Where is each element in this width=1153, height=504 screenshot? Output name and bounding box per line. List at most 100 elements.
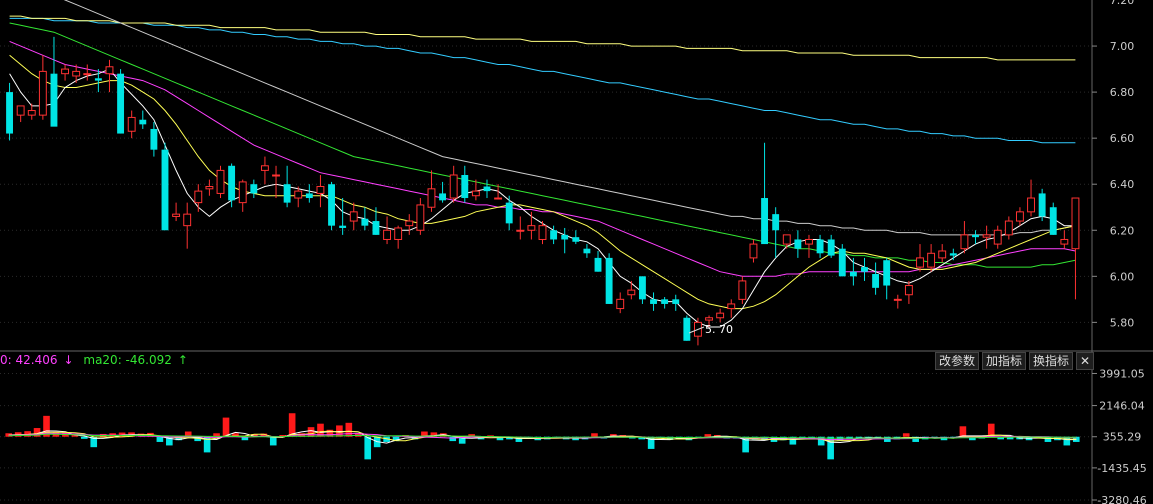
candle-body-up [216,169,225,194]
candle-body-down [6,92,13,134]
candle-body-up [260,165,269,171]
candle-body-up [405,220,414,227]
candle-body-down [94,78,102,81]
add-indicator-button[interactable]: 加指标 [982,352,1027,370]
candle-body-up [61,68,70,75]
candle-body-down [505,202,513,224]
candle-body-up [105,66,114,75]
candle-body-up [427,188,436,208]
candle-body-down [461,175,469,199]
candle-body-down [161,149,169,231]
indicator-bar-negative [156,436,164,442]
candle-body-down [439,193,447,201]
price-tick-label: 5.80 [1110,316,1135,329]
candle-body-up [416,204,425,231]
candle-body-up [893,298,902,301]
candle-body-up [38,70,47,116]
candle-body-down [861,267,868,272]
indicator-bar-positive [345,422,353,437]
candle-body-up [1071,197,1080,250]
indicator-tick-label: 2146.04 [1099,400,1145,413]
candle-body-up [1027,197,1035,213]
candle-body-up [938,250,947,259]
close-icon[interactable]: ✕ [1076,352,1095,370]
candle-body-up [16,105,25,116]
candle-body-down [972,234,979,238]
candle-body-down [594,257,602,272]
price-tick-label: 6.60 [1110,132,1135,145]
candle-body-down [550,230,558,240]
candle-body-up [904,285,913,296]
candle-body-down [50,73,58,127]
candle-body-down [572,237,580,242]
price-tick-label: 6.00 [1110,270,1135,283]
candle-body-up [538,225,547,240]
switch-indicator-button[interactable]: 换指标 [1029,352,1074,370]
candle-body-down [794,239,802,249]
indicator-tick-label: 3991.05 [1099,367,1145,380]
candle-body-up [782,234,791,245]
candle-body-up [716,312,725,319]
indicator-bar-positive [959,426,967,437]
candle-body-up [1015,211,1024,222]
indicator-bar-positive [307,427,315,437]
ma5-line [9,68,1076,328]
modify-params-button[interactable]: 改参数 [935,352,980,370]
candle-body-down [328,184,335,226]
candle-body-down [583,248,591,254]
candle-body-down [605,257,613,304]
low-price-label: 5. 70 [705,323,733,336]
candle-body-up [738,280,747,300]
candle-body-up [183,213,192,227]
candle-body-up [471,190,480,197]
candle-body-up [705,317,713,321]
indicator-bar-negative [1063,436,1071,446]
candle-body-up [27,110,36,116]
candle-body-down [117,73,125,134]
candle-body-down [883,260,891,286]
candle-body-down [816,239,824,254]
candle-body-up [927,252,936,268]
candle-body-up [172,213,181,217]
candlesticks [6,36,1080,346]
candle-body-down [827,239,835,256]
candle-body-up [616,298,625,310]
candle-body-up [727,303,736,310]
price-tick-label: 6.20 [1110,224,1135,237]
candle-body-up [1004,220,1013,236]
candle-body-down [139,119,147,125]
candle-body-up [205,186,214,190]
price-tick-label: 6.40 [1110,178,1135,191]
candle-body-down [772,214,780,231]
moving-average-lines [9,0,1076,328]
candle-body-down [849,271,857,277]
candle-body-up [805,238,813,245]
candle-body-down [361,218,369,226]
candle-body-down [561,234,569,240]
candle-body-up [982,234,991,238]
candle-body-down [661,299,669,304]
candle-body-down [650,299,657,304]
candle-body-up [394,227,403,240]
candle-body-up [383,229,391,240]
indicator-bar-positive [902,433,910,437]
candle-body-up [349,211,358,222]
candle-body-down [339,225,347,228]
indicator-tick-label: -1435.45 [1097,462,1146,475]
candle-body-down [150,128,158,150]
candle-body-up [993,229,1002,245]
indicator-value-ma20: ma20: -46.092 [83,353,172,367]
candle-body-up [272,174,280,177]
indicator-readout: 0: 42.406 ↓ ma20: -46.092 ↑ [0,353,194,367]
stock-chart: 7.00 6.80 6.60 6.40 6.20 6.00 5.80 7.20 3991.05… [0,0,1153,504]
indicator-bar-positive [591,433,598,437]
price-tick-label: 7.20 [1110,0,1135,7]
candle-body-down [483,186,491,192]
candle-body-up [749,243,758,259]
candle-body-up [238,181,247,204]
indicator-panel: 3991.05 2146.04 355.29 -1435.45 -3280.46 [0,367,1147,504]
indicator-bar-positive [222,417,230,437]
indicator-bar-negative [449,436,457,442]
candle-body-down [672,299,680,304]
ma60-line [63,0,1076,236]
